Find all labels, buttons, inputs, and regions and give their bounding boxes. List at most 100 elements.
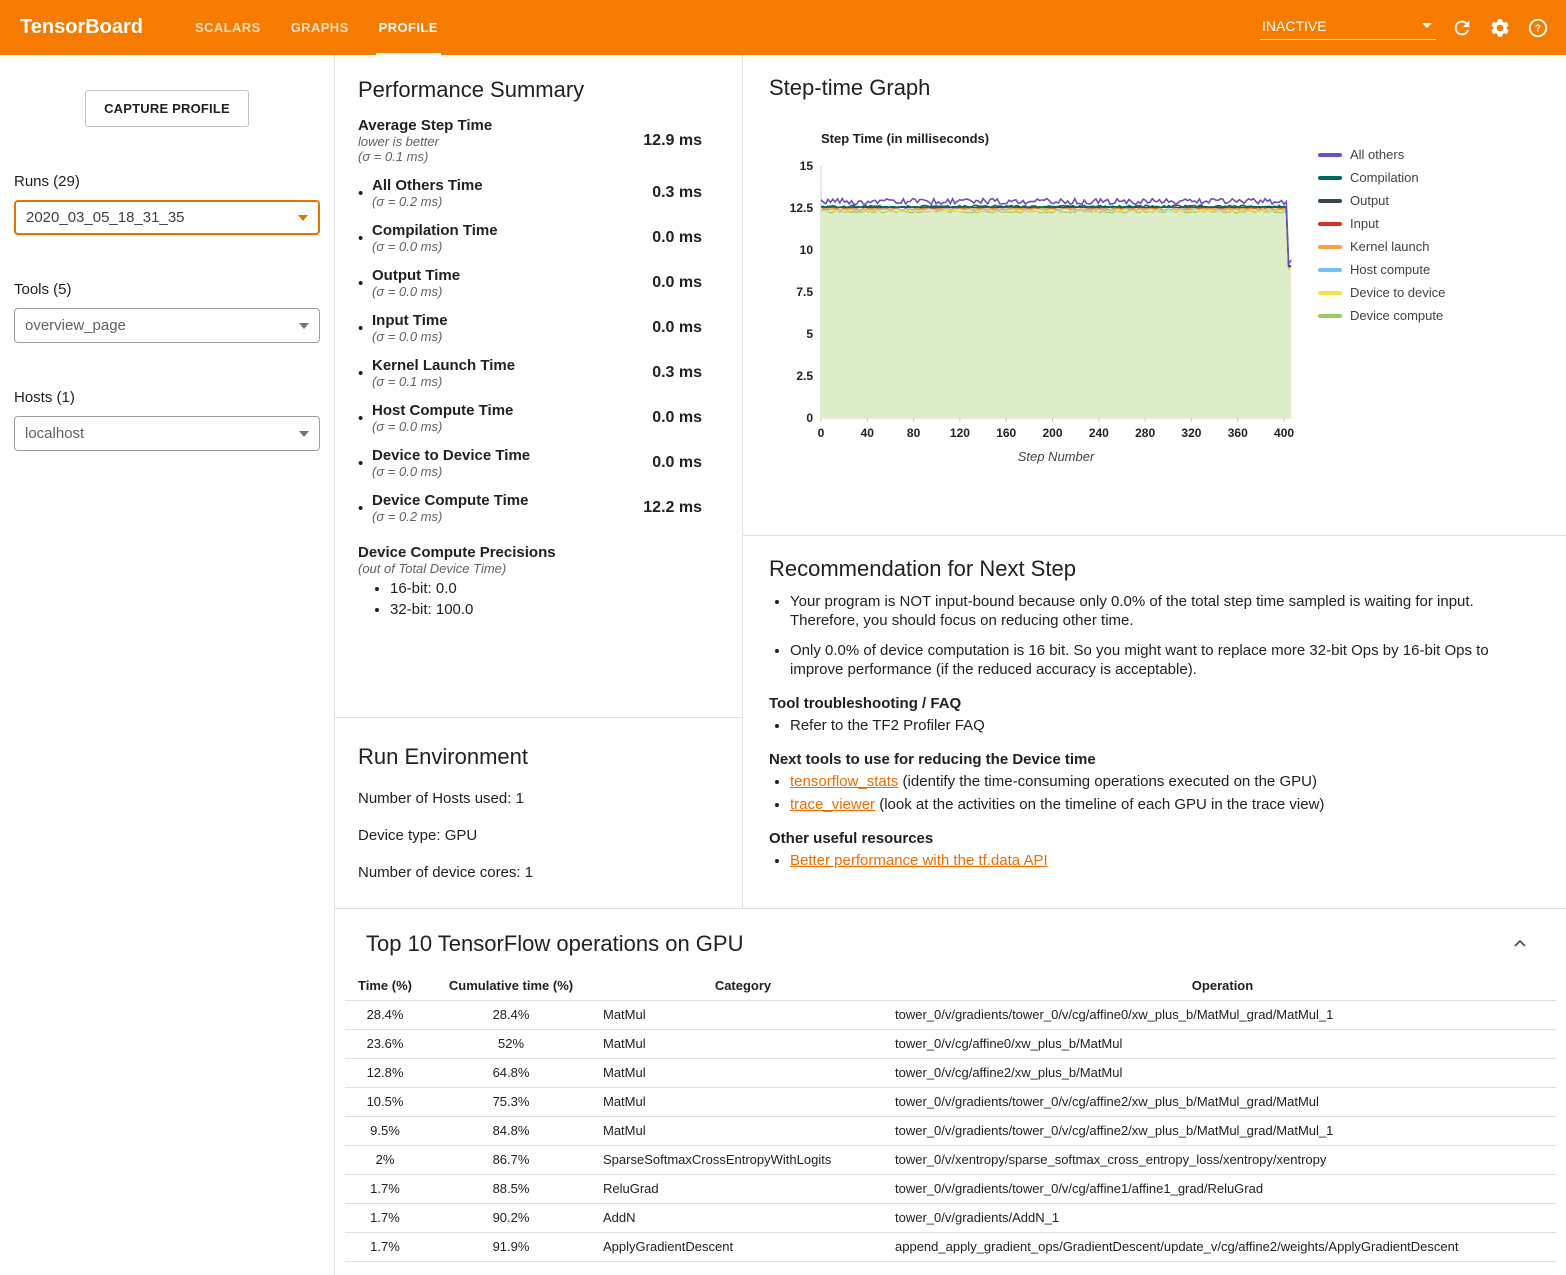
col-header-operation: Operation xyxy=(889,971,1556,1000)
metric-row: • Device Compute Time (σ = 0.2 ms) 12.2 … xyxy=(358,492,702,524)
table-row: 10.5% 75.3% MatMul tower_0/v/gradients/t… xyxy=(345,1087,1556,1116)
metric-sigma: (σ = 0.0 ms) xyxy=(372,464,640,479)
gear-icon[interactable] xyxy=(1488,16,1512,40)
bullet: • xyxy=(358,410,372,427)
bullet: • xyxy=(358,275,372,292)
table-row: 2% 86.7% SparseSoftmaxCrossEntropyWithLo… xyxy=(345,1145,1556,1174)
run-environment-card: Run Environment Number of Hosts used: 1 … xyxy=(335,718,742,881)
legend-item: Device to device xyxy=(1318,285,1445,300)
cell-category: AddN xyxy=(597,1203,889,1232)
legend-item: All others xyxy=(1318,147,1445,162)
col-header-cumulative: Cumulative time (%) xyxy=(425,971,597,1000)
metric-sigma: (σ = 0.1 ms) xyxy=(358,149,631,164)
runs-label: Runs (29) xyxy=(14,173,334,190)
svg-text:?: ? xyxy=(1535,23,1541,34)
metric-sigma: (σ = 0.1 ms) xyxy=(372,374,640,389)
metric-row: • Device to Device Time (σ = 0.0 ms) 0.0… xyxy=(358,447,702,479)
tab-scalars[interactable]: SCALARS xyxy=(180,0,276,55)
metric-label: Host Compute Time xyxy=(372,402,640,419)
metric-label: Average Step Time xyxy=(358,117,631,134)
cell-category: MatMul xyxy=(597,1058,889,1087)
hosts-select-value: localhost xyxy=(25,425,84,442)
legend-swatch xyxy=(1318,245,1342,249)
ops-table: Time (%) Cumulative time (%) Category Op… xyxy=(345,971,1556,1262)
legend-label: Compilation xyxy=(1350,170,1419,185)
runs-select[interactable]: 2020_03_05_18_31_35 xyxy=(14,200,320,235)
legend-label: All others xyxy=(1350,147,1404,162)
nav-tabs: SCALARS GRAPHS PROFILE xyxy=(180,0,453,55)
metric-row: • Host Compute Time (σ = 0.0 ms) 0.0 ms xyxy=(358,402,702,434)
cell-operation: tower_0/v/cg/affine0/xw_plus_b/MatMul xyxy=(889,1029,1556,1058)
tfdata-performance-link[interactable]: Better performance with the tf.data API xyxy=(790,852,1048,869)
legend-item: Compilation xyxy=(1318,170,1445,185)
cell-time: 12.8% xyxy=(345,1058,425,1087)
svg-text:12.5: 12.5 xyxy=(790,201,814,215)
chevron-down-icon xyxy=(299,323,309,329)
metric-value: 0.3 ms xyxy=(652,364,702,382)
svg-text:80: 80 xyxy=(907,426,921,440)
hosts-select[interactable]: localhost xyxy=(14,416,320,451)
legend-item: Device compute xyxy=(1318,308,1445,323)
help-icon[interactable]: ? xyxy=(1526,16,1550,40)
svg-text:2.5: 2.5 xyxy=(796,369,813,383)
next-tools-heading: Next tools to use for reducing the Devic… xyxy=(769,751,1533,768)
svg-text:15: 15 xyxy=(800,159,814,173)
step-time-graph-card: Step-time Graph Step Time (in millisecon… xyxy=(743,55,1566,536)
svg-text:200: 200 xyxy=(1043,426,1063,440)
metric-label: Input Time xyxy=(372,312,640,329)
tools-select[interactable]: overview_page xyxy=(14,308,320,343)
tab-profile[interactable]: PROFILE xyxy=(364,0,453,55)
svg-text:400: 400 xyxy=(1274,426,1294,440)
cell-operation: tower_0/v/cg/affine2/xw_plus_b/MatMul xyxy=(889,1058,1556,1087)
metric-value: 12.9 ms xyxy=(643,132,702,150)
metric-label: Device to Device Time xyxy=(372,447,640,464)
legend-swatch xyxy=(1318,268,1342,272)
metric-value: 0.0 ms xyxy=(652,409,702,427)
chevron-down-icon xyxy=(299,431,309,437)
tools-label: Tools (5) xyxy=(14,281,334,298)
metric-sigma: (σ = 0.2 ms) xyxy=(372,509,631,524)
metric-label: Compilation Time xyxy=(372,222,640,239)
cell-time: 1.7% xyxy=(345,1232,425,1261)
cell-cumulative: 52% xyxy=(425,1029,597,1058)
svg-text:360: 360 xyxy=(1228,426,1248,440)
tensorflow-stats-link[interactable]: tensorflow_stats xyxy=(790,773,898,790)
collapse-icon[interactable] xyxy=(1508,932,1532,956)
recommendation-title: Recommendation for Next Step xyxy=(769,556,1533,582)
metric-row: • Output Time (σ = 0.0 ms) 0.0 ms xyxy=(358,267,702,299)
bullet: • xyxy=(358,455,372,472)
table-row: 9.5% 84.8% MatMul tower_0/v/gradients/to… xyxy=(345,1116,1556,1145)
device-compute-precisions: Device Compute Precisions (out of Total … xyxy=(358,544,702,618)
tab-graphs[interactable]: GRAPHS xyxy=(276,0,364,55)
bullet: • xyxy=(358,230,372,247)
precision-16bit: 16-bit: 0.0 xyxy=(390,580,702,597)
legend-label: Device to device xyxy=(1350,285,1445,300)
header-actions: INACTIVE ? xyxy=(1260,0,1566,55)
tool-item-rest: (identify the time-consuming operations … xyxy=(898,773,1317,790)
metric-row-average: Average Step Time lower is better (σ = 0… xyxy=(358,117,702,164)
capture-profile-button[interactable]: CAPTURE PROFILE xyxy=(85,90,249,127)
run-env-cores: Number of device cores: 1 xyxy=(358,864,742,881)
svg-text:7.5: 7.5 xyxy=(796,285,813,299)
trace-viewer-link[interactable]: trace_viewer xyxy=(790,796,875,813)
cell-time: 23.6% xyxy=(345,1029,425,1058)
legend-item: Host compute xyxy=(1318,262,1445,277)
top-ops-title: Top 10 TensorFlow operations on GPU xyxy=(366,931,743,957)
svg-text:5: 5 xyxy=(806,327,813,341)
metric-sigma: (σ = 0.0 ms) xyxy=(372,419,640,434)
ops-table-header-row: Time (%) Cumulative time (%) Category Op… xyxy=(345,971,1556,1000)
cell-cumulative: 75.3% xyxy=(425,1087,597,1116)
tool-item: trace_viewer (look at the activities on … xyxy=(790,795,1533,814)
cell-cumulative: 88.5% xyxy=(425,1174,597,1203)
recommendation-card: Recommendation for Next Step Your progra… xyxy=(743,536,1563,870)
other-resources-heading: Other useful resources xyxy=(769,830,1533,847)
cell-operation: tower_0/v/gradients/tower_0/v/cg/affine2… xyxy=(889,1087,1556,1116)
cell-time: 2% xyxy=(345,1145,425,1174)
chevron-down-icon xyxy=(298,215,308,221)
status-dropdown[interactable]: INACTIVE xyxy=(1260,16,1436,40)
cell-time: 28.4% xyxy=(345,1000,425,1029)
refresh-icon[interactable] xyxy=(1450,16,1474,40)
cell-category: MatMul xyxy=(597,1029,889,1058)
cell-operation: tower_0/v/gradients/AddN_1 xyxy=(889,1203,1556,1232)
table-row: 12.8% 64.8% MatMul tower_0/v/cg/affine2/… xyxy=(345,1058,1556,1087)
